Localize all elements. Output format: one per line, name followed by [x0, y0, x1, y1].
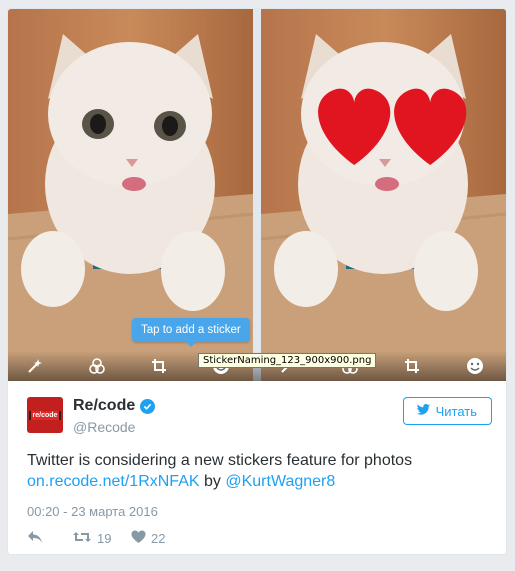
crop-icon[interactable]: [403, 357, 421, 375]
retweet-icon: [72, 530, 92, 547]
follow-button-label: Читать: [435, 403, 477, 419]
tweet-body: Twitter is considering a new stickers fe…: [27, 452, 413, 469]
tweet-text: Twitter is considering a new stickers fe…: [27, 450, 492, 492]
tweet-link[interactable]: on.recode.net/1RxNFAK: [27, 473, 200, 490]
kitten-sticker-image: [261, 9, 506, 381]
crop-icon[interactable]: [150, 357, 168, 375]
author-name[interactable]: Re/code: [73, 397, 156, 415]
filename-tooltip: StickerNaming_123_900x900.png: [198, 353, 377, 368]
retweet-button[interactable]: 19: [72, 530, 111, 547]
sticker-icon[interactable]: [466, 357, 484, 375]
author-handle[interactable]: @Recode: [73, 419, 135, 435]
sticker-tooltip: Tap to add a sticker: [132, 318, 250, 347]
avatar[interactable]: re/code: [27, 397, 63, 433]
follow-button[interactable]: Читать: [402, 397, 492, 425]
heart-icon: [131, 530, 146, 547]
retweet-count: 19: [97, 531, 112, 546]
tweet-mention[interactable]: @KurtWagner8: [225, 473, 335, 490]
like-button[interactable]: 22: [131, 530, 165, 547]
twitter-bird-icon: [416, 403, 431, 419]
tweet-timestamp[interactable]: 00:20 - 23 марта 2016: [27, 504, 158, 519]
magic-wand-icon[interactable]: [26, 357, 44, 375]
reply-button[interactable]: [27, 530, 43, 547]
like-count: 22: [151, 531, 166, 546]
tweet-media[interactable]: Tap to add a sticker StickerNaming_123_9…: [8, 9, 506, 381]
tweet-by: by: [204, 473, 221, 490]
reply-icon: [27, 530, 43, 547]
author-name-text: Re/code: [73, 397, 136, 414]
filters-icon[interactable]: [88, 357, 106, 375]
avatar-logo: re/code: [28, 410, 62, 420]
photo-with-stickers[interactable]: [261, 9, 506, 381]
verified-badge-icon: [140, 398, 156, 414]
tweet-card: Tap to add a sticker StickerNaming_123_9…: [7, 8, 507, 555]
tweet-header: re/code Re/code @Recode Читать: [27, 397, 492, 437]
